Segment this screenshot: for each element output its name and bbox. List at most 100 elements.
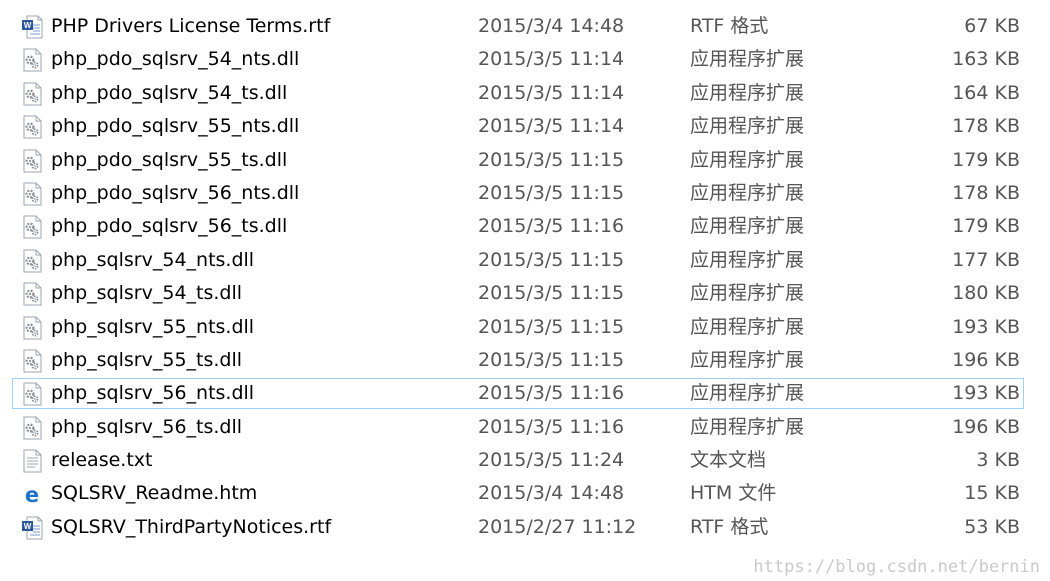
- file-name: php_pdo_sqlsrv_56_ts.dll: [51, 215, 288, 238]
- file-row[interactable]: php_sqlsrv_54_nts.dll 2015/3/5 11:15 应用程序扩…: [0, 244, 1050, 277]
- file-row[interactable]: php_sqlsrv_56_ts.dll 2015/3/5 11:16 应用程序扩展…: [0, 411, 1050, 444]
- dll-gear-icon: [21, 416, 43, 440]
- file-date-modified: 2015/3/5 11:16: [478, 382, 625, 405]
- file-size: 179 KB: [952, 148, 1020, 171]
- dll-gear-icon: [21, 48, 43, 72]
- file-date-modified: 2015/3/5 11:14: [478, 115, 625, 138]
- file-type: 应用程序扩展: [690, 415, 805, 438]
- file-date-modified: 2015/3/5 11:24: [478, 449, 625, 472]
- file-type: 应用程序扩展: [690, 48, 805, 71]
- file-type: HTM 文件: [690, 482, 777, 505]
- svg-text:W: W: [24, 21, 32, 30]
- file-date-modified: 2015/3/5 11:16: [478, 415, 625, 438]
- file-type: 应用程序扩展: [690, 181, 805, 204]
- word-document-icon: W: [21, 516, 43, 540]
- file-row[interactable]: php_pdo_sqlsrv_55_ts.dll 2015/3/5 11:15 应用…: [0, 144, 1050, 177]
- svg-text:W: W: [24, 522, 32, 531]
- file-size: 196 KB: [952, 348, 1020, 371]
- file-date-modified: 2015/2/27 11:12: [478, 515, 637, 538]
- word-document-icon: W: [21, 15, 43, 39]
- file-date-modified: 2015/3/5 11:15: [478, 348, 625, 371]
- file-row[interactable]: php_pdo_sqlsrv_54_nts.dll 2015/3/5 11:14 应…: [0, 43, 1050, 76]
- file-row[interactable]: release.txt 2015/3/5 11:24 文本文档 3 KB: [0, 444, 1050, 477]
- file-date-modified: 2015/3/4 14:48: [478, 482, 625, 505]
- file-size: 180 KB: [952, 282, 1020, 305]
- file-row[interactable]: php_pdo_sqlsrv_56_ts.dll 2015/3/5 11:16 应用…: [0, 210, 1050, 243]
- file-row[interactable]: php_pdo_sqlsrv_56_nts.dll 2015/3/5 11:15 应…: [0, 177, 1050, 210]
- file-name: php_sqlsrv_55_ts.dll: [51, 348, 243, 371]
- file-name: php_pdo_sqlsrv_56_nts.dll: [51, 181, 300, 204]
- file-name: SQLSRV_ThirdPartyNotices.rtf: [51, 515, 332, 538]
- file-name: php_pdo_sqlsrv_55_ts.dll: [51, 148, 288, 171]
- file-name: php_sqlsrv_56_nts.dll: [51, 382, 255, 405]
- file-type: 应用程序扩展: [690, 382, 805, 405]
- file-row[interactable]: php_pdo_sqlsrv_55_nts.dll 2015/3/5 11:14 应…: [0, 110, 1050, 143]
- file-row[interactable]: e SQLSRV_Readme.htm 2015/3/4 14:48 HTM 文件 15…: [0, 477, 1050, 510]
- file-size: 178 KB: [952, 115, 1020, 138]
- file-date-modified: 2015/3/5 11:15: [478, 282, 625, 305]
- file-date-modified: 2015/3/5 11:14: [478, 81, 625, 104]
- file-type: RTF 格式: [690, 15, 769, 37]
- file-size: 179 KB: [952, 215, 1020, 238]
- file-size: 163 KB: [952, 48, 1020, 71]
- file-name: php_pdo_sqlsrv_55_nts.dll: [51, 115, 300, 138]
- svg-text:e: e: [25, 483, 39, 506]
- file-type: 文本文档: [690, 449, 767, 472]
- dll-gear-icon: [21, 249, 43, 273]
- file-size: 3 KB: [976, 449, 1020, 472]
- file-type: 应用程序扩展: [690, 215, 805, 238]
- file-type: 应用程序扩展: [690, 248, 805, 271]
- file-size: 67 KB: [964, 15, 1020, 37]
- file-size: 193 KB: [952, 315, 1020, 338]
- file-name: release.txt: [51, 449, 153, 472]
- file-row[interactable]: php_sqlsrv_54_ts.dll 2015/3/5 11:15 应用程序扩展…: [0, 277, 1050, 310]
- file-size: 177 KB: [952, 248, 1020, 271]
- file-row[interactable]: php_sqlsrv_55_nts.dll 2015/3/5 11:15 应用程序扩…: [0, 311, 1050, 344]
- dll-gear-icon: [21, 115, 43, 139]
- file-type: 应用程序扩展: [690, 348, 805, 371]
- dll-gear-icon: [21, 182, 43, 206]
- file-type: 应用程序扩展: [690, 148, 805, 171]
- file-row[interactable]: php_pdo_sqlsrv_54_ts.dll 2015/3/5 11:14 应用…: [0, 77, 1050, 110]
- file-name: SQLSRV_Readme.htm: [51, 482, 258, 505]
- file-row[interactable]: W PHP Drivers License Terms.rtf 2015/3/4 1…: [0, 10, 1050, 43]
- dll-gear-icon: [21, 316, 43, 340]
- file-type: RTF 格式: [690, 515, 769, 538]
- file-size: 196 KB: [952, 415, 1020, 438]
- file-type: 应用程序扩展: [690, 81, 805, 104]
- file-date-modified: 2015/3/5 11:14: [478, 48, 625, 71]
- file-size: 193 KB: [952, 382, 1020, 405]
- file-row[interactable]: php_sqlsrv_55_ts.dll 2015/3/5 11:15 应用程序扩展…: [0, 344, 1050, 377]
- dll-gear-icon: [21, 382, 43, 406]
- file-type: 应用程序扩展: [690, 282, 805, 305]
- file-type: 应用程序扩展: [690, 115, 805, 138]
- file-size: 178 KB: [952, 181, 1020, 204]
- file-list: W PHP Drivers License Terms.rtf 2015/3/4 1…: [0, 10, 1050, 544]
- file-date-modified: 2015/3/4 14:48: [478, 15, 625, 37]
- dll-gear-icon: [21, 82, 43, 106]
- file-date-modified: 2015/3/5 11:15: [478, 248, 625, 271]
- file-name: php_sqlsrv_55_nts.dll: [51, 315, 255, 338]
- dll-gear-icon: [21, 282, 43, 306]
- file-date-modified: 2015/3/5 11:15: [478, 315, 625, 338]
- file-name: php_sqlsrv_54_ts.dll: [51, 282, 243, 305]
- dll-gear-icon: [21, 349, 43, 373]
- file-name: php_pdo_sqlsrv_54_nts.dll: [51, 48, 300, 71]
- file-row[interactable]: php_sqlsrv_56_nts.dll 2015/3/5 11:16 应用程序扩…: [0, 377, 1050, 410]
- file-size: 164 KB: [952, 81, 1020, 104]
- file-size: 15 KB: [964, 482, 1020, 505]
- file-date-modified: 2015/3/5 11:15: [478, 148, 625, 171]
- file-name: PHP Drivers License Terms.rtf: [51, 15, 331, 37]
- file-row[interactable]: W SQLSRV_ThirdPartyNotices.rtf 2015/2/27 1…: [0, 511, 1050, 544]
- file-name: php_pdo_sqlsrv_54_ts.dll: [51, 81, 288, 104]
- text-document-icon: [21, 449, 43, 473]
- file-name: php_sqlsrv_56_ts.dll: [51, 415, 243, 438]
- edge-browser-icon: e: [21, 482, 43, 506]
- watermark: https://blog.csdn.net/bernin: [753, 557, 1040, 577]
- dll-gear-icon: [21, 215, 43, 239]
- file-type: 应用程序扩展: [690, 315, 805, 338]
- file-size: 53 KB: [964, 515, 1020, 538]
- file-date-modified: 2015/3/5 11:15: [478, 181, 625, 204]
- dll-gear-icon: [21, 149, 43, 173]
- file-name: php_sqlsrv_54_nts.dll: [51, 248, 255, 271]
